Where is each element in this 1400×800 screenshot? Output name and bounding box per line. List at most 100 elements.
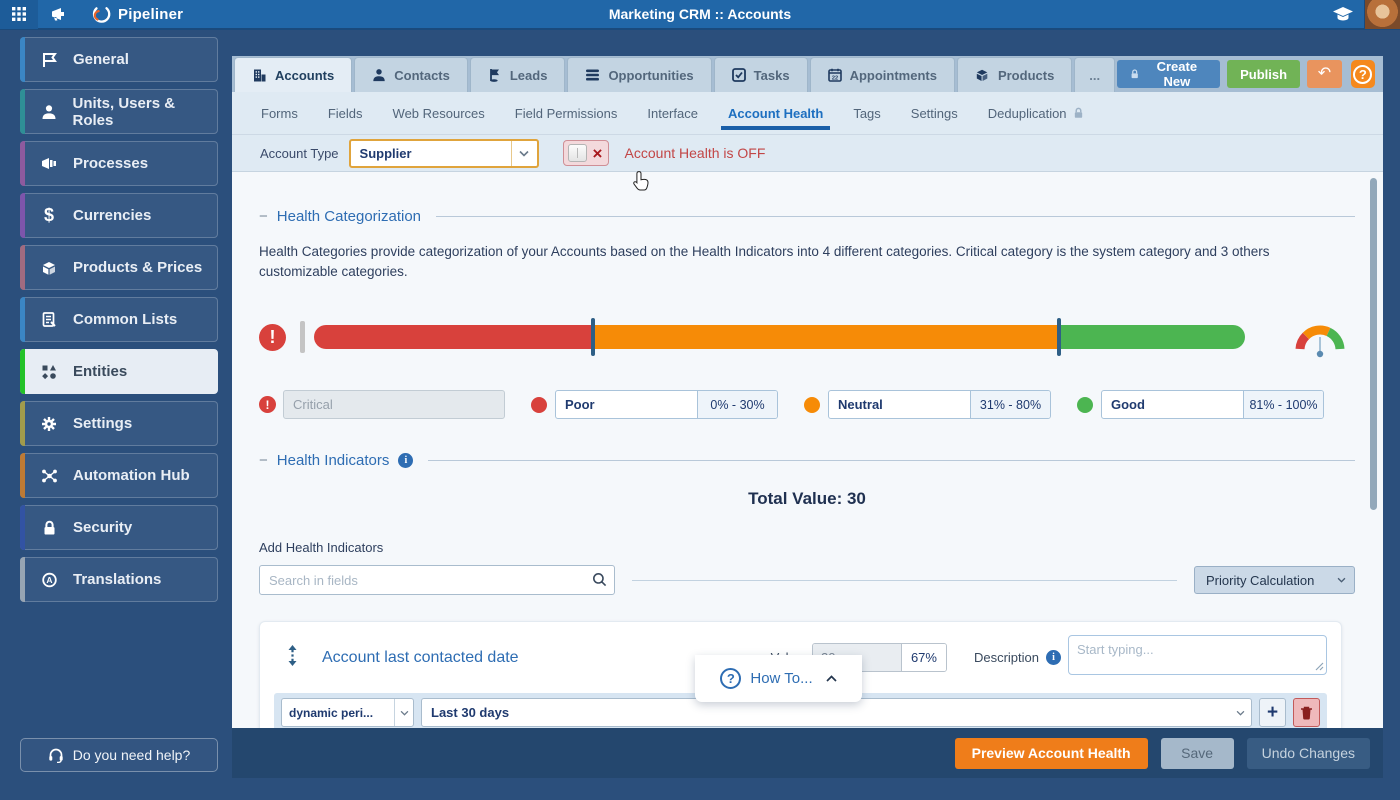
sidebar-item-automation-hub[interactable]: Automation Hub [20,453,218,498]
sidebar-item-label: Units, Users & Roles [73,95,218,129]
subtab-account-health[interactable]: Account Health [713,92,838,134]
subtab-label: Forms [261,106,298,121]
preview-account-health-button[interactable]: Preview Account Health [955,738,1148,769]
add-condition-button[interactable]: + [1259,698,1286,727]
grid-icon [11,6,27,22]
tab-products[interactable]: Products [957,57,1072,92]
subtab-tags[interactable]: Tags [838,92,895,134]
sidebar-item-settings[interactable]: Settings [20,401,218,446]
accent-bar [20,401,25,446]
pipeliner-logo[interactable]: Pipeliner [92,5,183,24]
sidebar-item-processes[interactable]: Processes [20,141,218,186]
tab-more[interactable]: ... [1074,57,1115,92]
description-textarea[interactable] [1068,635,1327,675]
slider-handle-poor-neutral[interactable] [591,318,595,356]
publish-button[interactable]: Publish [1227,60,1300,88]
account-type-select[interactable]: Supplier [349,139,539,168]
topbar: Pipeliner Marketing CRM :: Accounts [0,0,1400,30]
tab-label: Products [998,68,1054,83]
health-range-slider[interactable] [314,325,1245,349]
condition-value-combo[interactable]: Last 30 days [421,698,1252,727]
sidebar-item-label: Settings [73,415,132,432]
collapse-icon[interactable]: − [259,452,268,469]
sidebar-item-translations[interactable]: A Translations [20,557,218,602]
divider [428,460,1355,461]
entities-shapes-icon [37,364,61,380]
category-poor-input[interactable]: Poor [556,391,698,418]
tab-appointments[interactable]: 22 Appointments [810,57,955,92]
tab-label: Appointments [850,68,937,83]
undo-changes-button[interactable]: Undo Changes [1247,738,1370,769]
info-icon[interactable]: i [1046,650,1061,665]
category-neutral-input[interactable]: Neutral [829,391,971,418]
sidebar-item-products-prices[interactable]: Products & Prices [20,245,218,290]
publish-label: Publish [1240,67,1287,82]
subtab-settings[interactable]: Settings [896,92,973,134]
tab-contacts[interactable]: Contacts [354,57,468,92]
slider-handle-neutral-good[interactable] [1057,318,1061,356]
info-icon[interactable]: i [398,453,413,468]
subtab-deduplication[interactable]: Deduplication [973,92,1099,134]
slider-segment-poor [314,325,593,349]
critical-exclamation-icon: ! [259,396,276,413]
checkbox-icon [732,68,746,82]
list-document-icon [37,312,61,328]
accent-bar [20,193,25,238]
tab-opportunities[interactable]: Opportunities [567,57,711,92]
help-button[interactable]: ? [1351,60,1375,88]
delete-indicator-button[interactable] [1293,698,1320,727]
sidebar-item-currencies[interactable]: $ Currencies [20,193,218,238]
subtab-forms[interactable]: Forms [246,92,313,134]
tab-tasks[interactable]: Tasks [714,57,808,92]
how-to-button[interactable]: ? How To... [695,655,862,702]
subtab-fields[interactable]: Fields [313,92,378,134]
pipeliner-logo-icon [92,5,111,24]
poor-color-dot [531,397,547,413]
condition-type-select[interactable]: dynamic peri... [281,698,414,727]
subtab-web-resources[interactable]: Web Resources [378,92,500,134]
subtab-label: Deduplication [988,106,1067,121]
user-avatar[interactable] [1364,0,1400,29]
lock-icon [37,520,61,536]
sidebar-item-label: Security [73,519,132,536]
accent-bar [20,505,25,550]
svg-text:22: 22 [831,75,837,81]
sidebar-item-common-lists[interactable]: Common Lists [20,297,218,342]
announcements-button[interactable] [38,0,78,29]
collapse-icon[interactable]: − [259,208,268,225]
subtab-field-permissions[interactable]: Field Permissions [500,92,633,134]
calculation-dropdown[interactable]: Priority Calculation [1194,566,1355,594]
sidebar-item-entities[interactable]: Entities [20,349,218,394]
tab-leads[interactable]: Leads [470,57,566,92]
accent-bar [20,89,25,134]
subtab-interface[interactable]: Interface [632,92,713,134]
accent-bar [20,37,25,82]
search-input[interactable] [259,565,615,595]
slider-segment-good [1059,325,1245,349]
globe-translate-icon: A [37,572,61,588]
category-poor-range: 0% - 30% [698,391,777,418]
megaphone-icon [50,6,67,22]
create-new-button[interactable]: Create New [1117,60,1220,88]
vertical-scrollbar[interactable] [1370,178,1377,510]
category-good-input[interactable]: Good [1102,391,1244,418]
sidebar-item-security[interactable]: Security [20,505,218,550]
sidebar-item-label: General [73,51,129,68]
need-help-button[interactable]: Do you need help? [20,738,218,772]
account-health-toggle[interactable]: × [563,140,609,166]
strip-actions: Create New Publish ↶ ? [1117,60,1383,92]
tab-accounts[interactable]: Accounts [234,57,352,92]
save-button[interactable]: Save [1161,738,1234,769]
value-percent: 67% [902,644,946,671]
app-grid-button[interactable] [0,0,38,29]
academy-button[interactable] [1322,0,1364,29]
sidebar-item-general[interactable]: General [20,37,218,82]
category-neutral-group: Neutral 31% - 80% [804,390,1051,419]
sidebar-item-units-users-roles[interactable]: Units, Users & Roles [20,89,218,134]
chevron-down-icon [511,141,537,166]
condition-value: Last 30 days [422,705,1229,720]
good-color-dot [1077,397,1093,413]
undo-top-button[interactable]: ↶ [1307,60,1342,88]
sidebar-item-label: Products & Prices [73,259,202,276]
drag-handle-icon[interactable] [287,644,298,672]
